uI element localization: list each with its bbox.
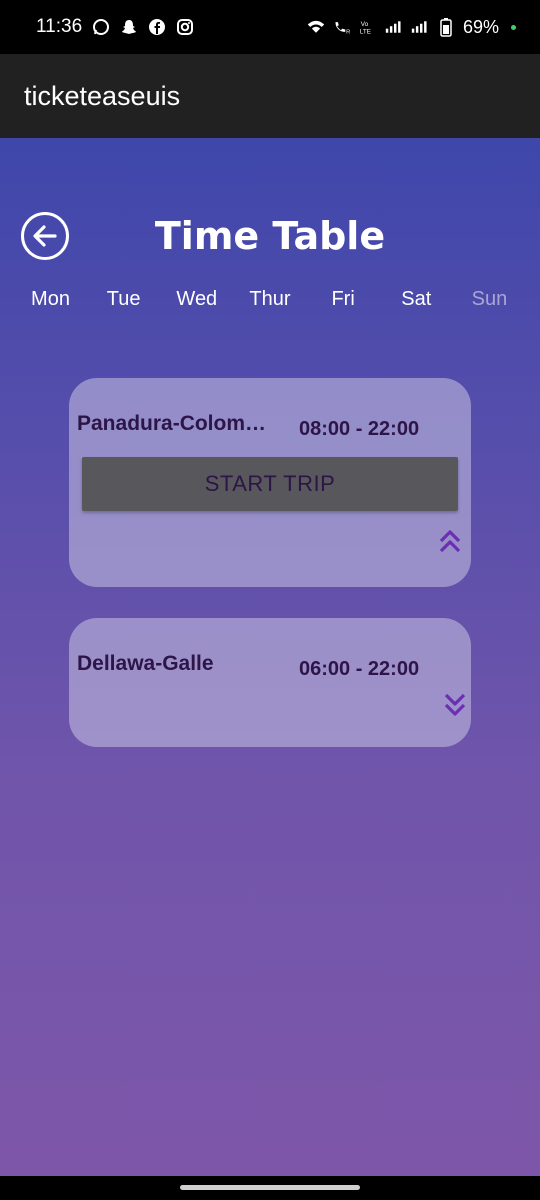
trip-hours: 08:00 - 22:00: [299, 418, 420, 440]
signal-icon: [411, 18, 429, 36]
back-button[interactable]: [21, 212, 69, 260]
system-nav-bar: [0, 1176, 540, 1200]
svg-text:LTE: LTE: [360, 28, 371, 35]
svg-text:R: R: [346, 30, 350, 36]
chevron-double-down-icon[interactable]: [443, 690, 467, 720]
day-tab-fri[interactable]: Fri: [307, 288, 380, 318]
page-title: Time Table: [154, 214, 386, 258]
day-tab-sun[interactable]: Sun: [453, 288, 526, 318]
trip-route: Dellawa-Galle: [77, 652, 214, 675]
status-left: 11:36: [36, 16, 194, 38]
signal-icon: [385, 18, 403, 36]
trip-hours: 06:00 - 22:00: [299, 658, 420, 680]
trip-card: Dellawa-Galle 06:00 - 22:00: [69, 618, 471, 747]
clock: 11:36: [36, 16, 83, 37]
day-tab-sat[interactable]: Sat: [380, 288, 453, 318]
main-content: Time Table Mon Tue Wed Thur Fri Sat Sun …: [0, 138, 540, 1176]
app-title: ticketeaseuis: [24, 80, 181, 111]
instagram-icon: [176, 18, 194, 36]
wifi-call-icon: R: [333, 18, 351, 36]
app-bar: ticketeaseuis: [0, 54, 540, 138]
volte-icon: Vo LTE: [359, 18, 377, 36]
trip-card: Panadura-Colombo 08:00 - 22:00 START TRI…: [69, 378, 471, 587]
status-bar: 11:36 R Vo LTE 69%: [0, 0, 540, 54]
snapchat-icon: [120, 18, 138, 36]
trip-route: Panadura-Colombo: [77, 412, 267, 435]
privacy-dot: [511, 24, 516, 30]
facebook-icon: [148, 18, 166, 36]
battery-icon: [437, 18, 455, 37]
whatsapp-icon: [92, 18, 110, 36]
wifi-icon: [307, 18, 325, 36]
day-selector: Mon Tue Wed Thur Fri Sat Sun: [14, 288, 526, 318]
start-trip-button[interactable]: START TRIP: [82, 457, 458, 511]
svg-text:Vo: Vo: [361, 21, 369, 28]
arrow-left-icon: [33, 225, 57, 247]
home-gesture-handle[interactable]: [180, 1185, 360, 1190]
chevron-double-up-icon[interactable]: [438, 526, 462, 556]
day-tab-tue[interactable]: Tue: [87, 288, 160, 318]
status-right: R Vo LTE 69%: [307, 17, 516, 38]
day-tab-mon[interactable]: Mon: [14, 288, 87, 318]
day-tab-thur[interactable]: Thur: [233, 288, 306, 318]
battery-percent: 69%: [462, 16, 499, 37]
day-tab-wed[interactable]: Wed: [160, 288, 233, 318]
